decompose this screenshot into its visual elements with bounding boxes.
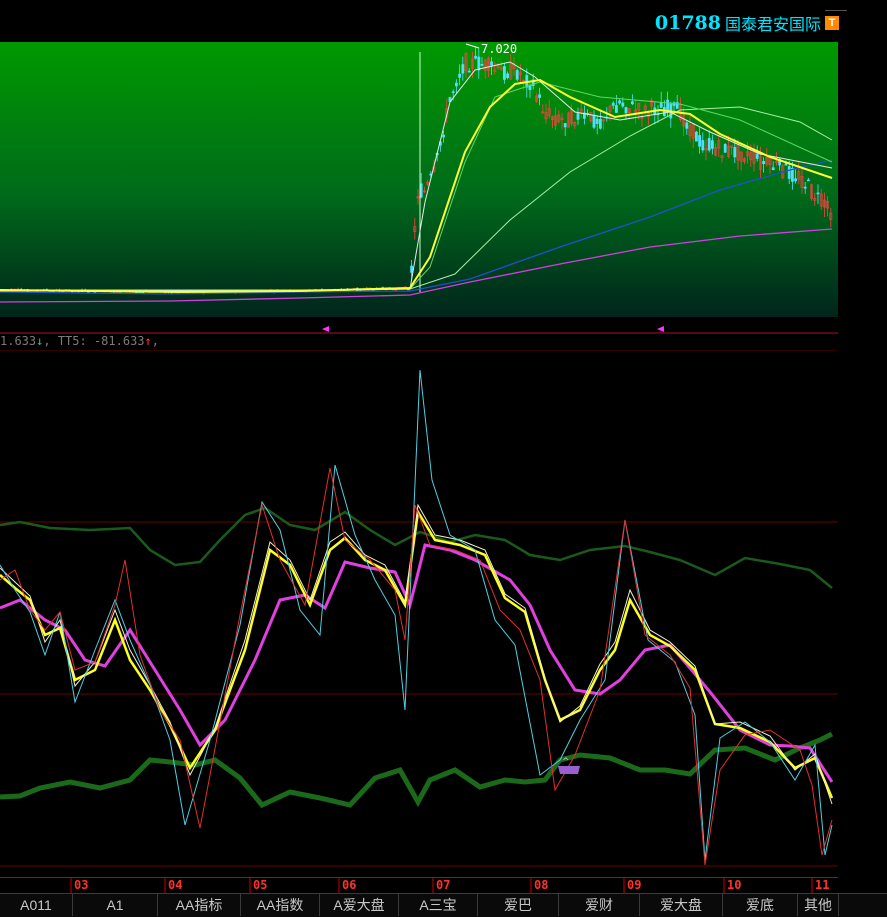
candle-body [666, 99, 670, 111]
indicator-readout: 1.633↓, TT5: -81.633↑, [0, 334, 159, 348]
month-label: 07 [436, 878, 450, 892]
month-labels: 03 04 05 06 07 08 09 10 11 [74, 878, 829, 892]
line-darkgreen-lower [0, 731, 834, 809]
month-label: 03 [74, 878, 88, 892]
t-badge-icon[interactable]: T [825, 16, 839, 30]
month-label: 04 [168, 878, 182, 892]
candle-body [598, 118, 602, 129]
candle-body [624, 107, 628, 114]
indicator-tt5-value: -81.633 [93, 334, 145, 348]
indicator-tt5-arrow-icon: ↑ [144, 334, 152, 348]
tab-a011[interactable]: A011 [0, 894, 73, 916]
candle-body [762, 161, 766, 165]
month-label: 06 [342, 878, 356, 892]
tab-aa-indicator[interactable]: AA指标 [158, 894, 241, 916]
purple-signal-icon [558, 766, 580, 774]
candle-body [451, 91, 455, 93]
candle-body [701, 140, 705, 151]
price-peak-label: 7.020 [481, 42, 517, 56]
candle-body [755, 153, 759, 159]
candle-body [595, 118, 599, 124]
indicator-chart[interactable]: ^ [0, 350, 840, 877]
candle-body [630, 101, 634, 105]
candle-body [490, 61, 494, 66]
indicator-tt5-label: TT5: [57, 334, 87, 348]
tab-a1[interactable]: A1 [73, 894, 158, 916]
tab-aa-index[interactable]: AA指数 [241, 894, 320, 916]
candle-body [794, 178, 798, 182]
purple-signal-glyph: ^ [562, 757, 570, 767]
candle-body [454, 82, 458, 87]
candle-body [442, 134, 446, 138]
candle-body [467, 70, 471, 73]
header-divider [825, 10, 847, 11]
tab-aidi[interactable]: 爱底 [723, 894, 798, 916]
candle-body [723, 144, 727, 153]
indicator-left-value: 1.633 [0, 334, 37, 348]
candle-body [787, 166, 791, 179]
candle-body [694, 131, 698, 142]
candle-body [515, 70, 519, 80]
candle-body [806, 179, 810, 182]
month-label: 11 [815, 878, 829, 892]
month-label: 05 [253, 878, 267, 892]
month-label: 09 [627, 878, 641, 892]
left-marker-icon [322, 326, 329, 332]
candle-body [784, 163, 788, 166]
tab-aiba[interactable]: 爱巴 [478, 894, 559, 916]
candle-body [698, 135, 702, 147]
line-cyan [0, 369, 833, 861]
candle-body [618, 100, 622, 104]
tab-other[interactable]: 其他 [798, 894, 839, 916]
candle-body [803, 186, 807, 189]
candle-body [480, 63, 484, 66]
candle-body [685, 122, 689, 129]
candle-body [502, 66, 506, 80]
candle-body [659, 102, 663, 108]
candle-body [474, 55, 478, 59]
candle-body [576, 113, 580, 120]
tab-aicai[interactable]: 爱财 [559, 894, 640, 916]
candle-body [506, 73, 510, 79]
tab-a-dapan[interactable]: A爱大盘 [320, 894, 399, 916]
month-label: 08 [534, 878, 548, 892]
candle-body [733, 147, 737, 158]
candle-body [592, 114, 596, 128]
candle-body [461, 64, 465, 74]
month-axis: 03 04 05 06 07 08 09 10 11 [0, 877, 838, 893]
candle-body [538, 94, 542, 98]
candle-body [458, 73, 462, 78]
tab-bar: A011 A1 AA指标 AA指数 A爱大盘 A三宝 爱巴 爱财 爱大盘 爱底 … [0, 893, 887, 917]
price-chart[interactable]: 7.020 [0, 42, 840, 334]
line-magenta [0, 543, 834, 783]
right-marker-icon [657, 326, 664, 332]
candle-body [707, 138, 711, 151]
tab-a-sanbao[interactable]: A三宝 [399, 894, 478, 916]
candle-body [614, 105, 618, 113]
indicator-left-arrow-icon: ↓ [36, 334, 44, 348]
month-label: 10 [727, 878, 741, 892]
stock-code: 01788 [654, 12, 721, 34]
stock-name: 国泰君安国际 [724, 17, 821, 34]
candle-body [563, 123, 567, 128]
candle-body [710, 140, 714, 149]
stock-header: 01788 国泰君安国际 T [655, 10, 839, 36]
tab-ai-dapan[interactable]: 爱大盘 [640, 894, 723, 916]
candle-body [621, 102, 625, 107]
candle-body [771, 167, 775, 171]
candle-body [816, 192, 820, 195]
candle-body [611, 102, 615, 106]
candle-body [410, 265, 414, 273]
candle-body [477, 56, 481, 71]
